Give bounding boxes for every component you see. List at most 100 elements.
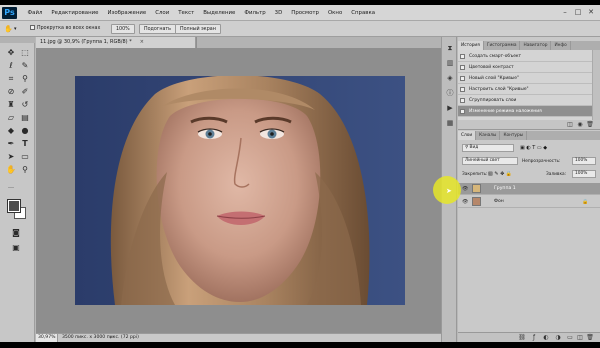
layers-footer: ⛓ ƒ ◐ ◑ ▭ ◫ 🗑 [458, 332, 600, 342]
blend-mode-select[interactable]: Линейный свет [462, 157, 518, 165]
info-icon[interactable]: ⓘ [445, 88, 455, 98]
lock-icons[interactable]: ▧ ✎ ✥ 🔒 [488, 169, 512, 180]
clone-stamp-icon[interactable]: ♜ [5, 99, 17, 110]
menu-type[interactable]: Текст [174, 5, 199, 21]
play-icon[interactable]: ▶ [445, 103, 455, 113]
history-item[interactable]: Настроить слой "Кривые" [458, 84, 600, 95]
history-item[interactable]: Создать смарт-объект [458, 51, 600, 62]
filter-icons[interactable]: ▣ ◐ T ▭ ◆ [520, 143, 547, 154]
histogram-icon[interactable]: ▥ [445, 58, 455, 68]
minimize-button[interactable]: – [560, 7, 570, 17]
scroll-all-windows-option[interactable]: Прокрутка во всех окнах [30, 24, 100, 34]
mask-icon[interactable]: ◐ [542, 334, 550, 342]
tab-navigator[interactable]: Навигатор [520, 41, 552, 50]
tab-channels[interactable]: Каналы [476, 131, 501, 140]
navigator-icon[interactable]: ◈ [445, 73, 455, 83]
eye-icon[interactable]: 👁 [462, 199, 469, 205]
hand-icon[interactable]: ✋ [5, 164, 17, 175]
menu-filter[interactable]: Фильтр [240, 5, 270, 21]
scroll-all-checkbox[interactable] [30, 25, 35, 30]
healing-brush-icon[interactable]: ⊘ [5, 86, 17, 97]
link-icon[interactable]: ⛓ [518, 334, 526, 342]
history-scrollbar[interactable] [592, 50, 600, 120]
zoom-level-field[interactable]: 30,97% [36, 334, 58, 342]
chevron-down-icon[interactable]: ▾ [14, 24, 17, 34]
fit-screen-button[interactable]: Подогнать [139, 24, 177, 34]
image-canvas[interactable] [75, 76, 405, 305]
new-layer-icon[interactable]: ◫ [576, 334, 584, 342]
fx-icon[interactable]: ƒ [530, 334, 538, 342]
rectangle-icon[interactable]: ▭ [19, 151, 31, 162]
quick-select-icon[interactable]: ✎ [19, 60, 31, 71]
tab-layers[interactable]: Слои [458, 131, 477, 140]
menu-image[interactable]: Изображение [103, 5, 151, 21]
eye-icon[interactable]: 👁 [462, 186, 469, 192]
photoshop-logo: Ps [2, 7, 17, 19]
camera-icon[interactable]: ◉ [576, 121, 584, 129]
document-tab[interactable]: 11.jpg @ 30,9% (Группа 1, RGB/8) * × [36, 37, 196, 48]
history-icon[interactable]: ⧗ [445, 43, 455, 53]
history-item[interactable]: Сгруппировать слои [458, 95, 600, 106]
fullscreen-button[interactable]: Полный экран [175, 24, 221, 34]
trash-icon[interactable]: 🗑 [586, 121, 594, 129]
menu-help[interactable]: Справка [347, 5, 380, 21]
crop-icon[interactable]: ⌗ [5, 73, 17, 84]
adjustment-icon[interactable]: ◑ [554, 334, 562, 342]
screen-mode-icon[interactable]: ▣ [10, 242, 22, 253]
type-icon[interactable]: T [19, 138, 31, 149]
hand-tool-icon[interactable]: ✋ [4, 24, 13, 34]
menu-select[interactable]: Выделение [199, 5, 240, 21]
tab-history[interactable]: История [458, 41, 484, 50]
maximize-button[interactable]: □ [573, 7, 583, 17]
layer-filter-row: ⚲ Вид ▣ ◐ T ▭ ◆ [458, 143, 600, 154]
eraser-icon[interactable]: ▱ [5, 112, 17, 123]
history-item-selected[interactable]: Изменение режима наложения [458, 106, 600, 117]
status-menu-arrow[interactable]: › [110, 334, 112, 342]
zoom-icon[interactable]: ⚲ [19, 164, 31, 175]
tools-panel-grip[interactable] [0, 37, 35, 43]
blur-icon[interactable]: ◆ [5, 125, 17, 136]
close-window-button[interactable]: ✕ [586, 7, 596, 17]
actions-icon[interactable]: ▦ [445, 118, 455, 128]
trash-icon[interactable]: 🗑 [586, 334, 594, 342]
foreground-color-swatch[interactable] [7, 199, 21, 213]
history-brush-icon[interactable]: ↺ [19, 99, 31, 110]
gradient-icon[interactable]: ▤ [19, 112, 31, 123]
opacity-label: Непрозрачность: [522, 159, 561, 164]
menu-3d[interactable]: 3D [270, 5, 287, 21]
history-item[interactable]: Новый слой "Кривые" [458, 73, 600, 84]
menu-layers[interactable]: Слои [151, 5, 174, 21]
lasso-icon[interactable]: ℓ [5, 60, 17, 71]
menu-window[interactable]: Окно [323, 5, 346, 21]
more-tools-icon[interactable]: … [5, 181, 17, 192]
layer-filter-select[interactable]: ⚲ Вид [462, 144, 514, 152]
lock-row: Закрепить: ▧ ✎ ✥ 🔒 Заливка: 100% [458, 169, 600, 180]
menu-file[interactable]: Файл [23, 5, 47, 21]
opacity-input[interactable]: 100% [572, 157, 596, 165]
new-snapshot-icon[interactable]: ◫ [566, 121, 574, 129]
tab-paths[interactable]: Контуры [500, 131, 528, 140]
tab-histogram[interactable]: Гистограмма [484, 41, 521, 50]
cursor-pointer-icon: ➤ [446, 187, 452, 195]
close-tab-icon[interactable]: × [140, 37, 144, 48]
dodge-icon[interactable]: ● [19, 125, 31, 136]
menu-view[interactable]: Просмотр [287, 5, 324, 21]
marquee-icon[interactable]: ⬚ [19, 47, 31, 58]
eyedropper-icon[interactable]: ⚲ [19, 73, 31, 84]
brush-icon[interactable]: ✐ [19, 86, 31, 97]
move-icon[interactable]: ✥ [5, 47, 17, 58]
layer-row-background[interactable]: 👁 Фон 🔒 [458, 196, 600, 208]
history-step-icon [460, 98, 465, 103]
layer-row-group[interactable]: 👁 Группа 1 [458, 183, 600, 195]
path-select-icon[interactable]: ➤ [5, 151, 17, 162]
quick-mask-icon[interactable]: ◙ [10, 227, 22, 238]
fill-input[interactable]: 100% [572, 170, 596, 178]
folder-icon[interactable]: ▭ [566, 334, 574, 342]
zoom-100-button[interactable]: 100% [111, 24, 135, 34]
menu-edit[interactable]: Редактирование [47, 5, 103, 21]
history-item[interactable]: Цветовой контраст [458, 62, 600, 73]
layers-panel: Слои Каналы Контуры ⚲ Вид ▣ ◐ T ▭ ◆ Лине… [458, 131, 600, 342]
tab-info[interactable]: Инфо [551, 41, 571, 50]
history-step-icon [460, 76, 465, 81]
pen-icon[interactable]: ✒ [5, 138, 17, 149]
